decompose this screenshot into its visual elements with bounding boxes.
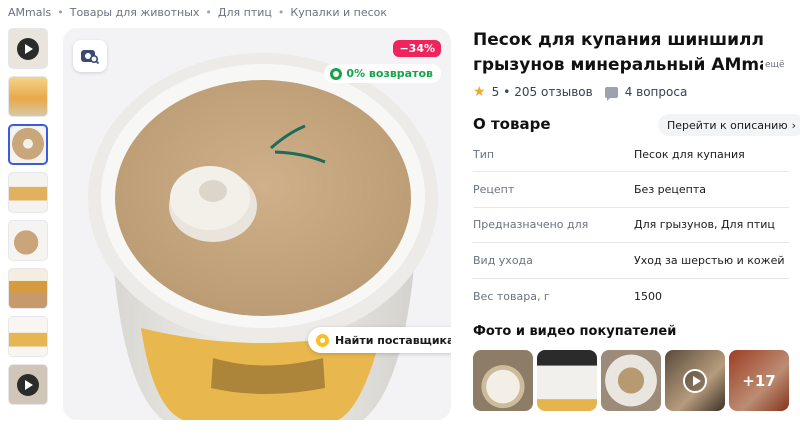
returns-badge: 0% возвратов <box>324 64 441 83</box>
returns-label: 0% возвратов <box>346 67 433 80</box>
customer-photo[interactable] <box>601 350 661 411</box>
goto-description-button[interactable]: Перейти к описанию › <box>658 114 800 136</box>
title-more-link[interactable]: ещё <box>765 60 785 70</box>
breadcrumb: AMmals • Товары для животных • Для птиц … <box>8 4 387 20</box>
specs-table: Тип Песок для купания Рецепт Без рецепта… <box>473 137 789 314</box>
rating-row: ★ 5 • 205 отзывов 4 вопроса <box>473 84 688 101</box>
rating-score: 5 <box>491 85 500 99</box>
rating-separator: • <box>503 85 511 99</box>
thumbnail-image-selected[interactable] <box>8 124 48 165</box>
image-search-button[interactable] <box>73 40 107 72</box>
more-photos-count: +17 <box>729 350 789 411</box>
breadcrumb-category[interactable]: Товары для животных <box>70 6 200 19</box>
thumbnail-image[interactable] <box>8 76 48 117</box>
breadcrumb-brand[interactable]: AMmals <box>8 6 51 19</box>
star-icon: ★ <box>473 84 486 100</box>
customer-photo[interactable] <box>537 350 597 411</box>
reviews-link[interactable]: 205 отзывов <box>514 85 592 99</box>
thumbnail-video[interactable] <box>8 364 48 405</box>
customer-photos-more[interactable]: +17 <box>729 350 789 411</box>
questions-icon <box>604 86 618 101</box>
customer-photos: +17 <box>473 350 789 411</box>
spec-value: Уход за шерстью и кожей <box>634 253 785 267</box>
thumbnail-list <box>8 28 50 405</box>
breadcrumb-separator: • <box>277 5 285 19</box>
spec-value: Для грызунов, Для птиц <box>634 218 775 232</box>
customer-photo[interactable] <box>473 350 533 411</box>
spec-row: Тип Песок для купания <box>473 137 789 173</box>
breadcrumb-separator: • <box>57 5 64 19</box>
find-supplier-label: Найти поставщика <box>335 333 451 347</box>
spec-value: 1500 <box>634 289 662 303</box>
spec-key: Предназначено для <box>473 218 589 232</box>
thumbnail-image[interactable] <box>8 172 48 213</box>
breadcrumb-subcategory[interactable]: Для птиц <box>218 6 272 19</box>
spec-row: Рецепт Без рецепта <box>473 172 789 208</box>
spec-key: Тип <box>473 147 495 161</box>
spec-row: Вес товара, г 1500 <box>473 279 789 314</box>
spec-key: Рецепт <box>473 183 515 197</box>
product-photo <box>88 53 438 420</box>
product-title: Песок для купания шиншилл и грызунов мин… <box>473 28 763 78</box>
goto-description-label: Перейти к описанию <box>667 118 788 132</box>
breadcrumb-current[interactable]: Купалки и песок <box>290 6 387 19</box>
main-product-image[interactable]: −34% 0% возвратов Найти поставщика <box>63 28 451 420</box>
breadcrumb-separator: • <box>205 5 212 19</box>
spec-key: Вид ухода <box>473 253 533 267</box>
spec-row: Предназначено для Для грызунов, Для птиц <box>473 208 789 244</box>
thumbnail-image[interactable] <box>8 268 48 309</box>
play-icon <box>17 373 39 396</box>
questions-link[interactable]: 4 вопроса <box>625 85 688 99</box>
discount-badge: −34% <box>393 40 441 57</box>
spec-value: Песок для купания <box>634 147 745 161</box>
play-icon <box>683 368 707 393</box>
customer-video[interactable] <box>665 350 725 411</box>
chevron-right-icon: › <box>791 118 796 132</box>
thumbnail-video[interactable] <box>8 28 48 69</box>
image-search-icon <box>81 50 100 65</box>
spec-key: Вес товара, г <box>473 289 550 303</box>
about-section-title: О товаре <box>473 115 551 133</box>
thumbnail-image[interactable] <box>8 220 48 261</box>
play-icon <box>17 37 39 60</box>
product-title-line: грызунов минеральный AMmals <box>473 55 763 75</box>
spec-value: Без рецепта <box>634 183 707 197</box>
find-supplier-button[interactable]: Найти поставщика <box>308 327 451 353</box>
spec-row: Вид ухода Уход за шерстью и кожей <box>473 243 789 279</box>
customer-photos-title: Фото и видео покупателей <box>473 324 677 339</box>
product-title-line: Песок для купания шиншилл и <box>473 30 763 50</box>
thumbnail-image[interactable] <box>8 316 48 357</box>
supplier-icon <box>316 333 329 347</box>
returns-icon <box>330 67 343 80</box>
